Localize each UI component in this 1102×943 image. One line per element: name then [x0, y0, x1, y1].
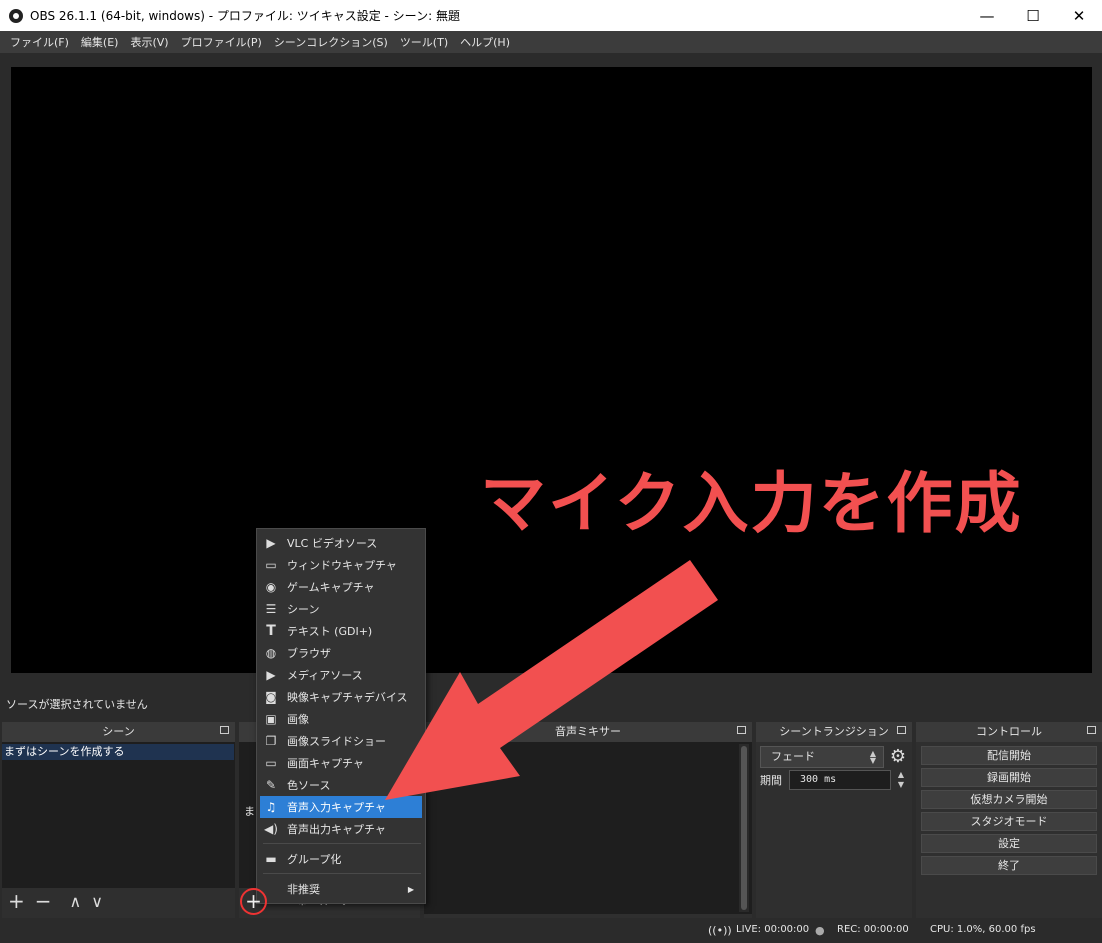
list-icon: ☰: [265, 602, 277, 616]
exit-button[interactable]: 終了: [921, 856, 1097, 875]
transitions-header: シーントランジション: [756, 722, 912, 742]
menu-item-audio-output-capture[interactable]: ◀) 音声出力キャプチャ: [260, 818, 422, 840]
status-bar: ((•)) LIVE: 00:00:00 ● REC: 00:00:00 CPU…: [0, 918, 1102, 943]
menu-bar: ファイル(F) 編集(E) 表示(V) プロファイル(P) シーンコレクション(…: [0, 31, 1102, 53]
scene-list-item[interactable]: まずはシーンを作成する: [2, 744, 234, 760]
menu-separator: [263, 873, 421, 874]
menu-file[interactable]: ファイル(F): [4, 34, 75, 50]
audio-mixer-scrollbar[interactable]: [739, 744, 749, 912]
controls-header: コントロール: [916, 722, 1102, 742]
preview-area: [0, 53, 1102, 691]
audio-mixer-body: [424, 742, 752, 914]
menu-item-browser[interactable]: ◍ ブラウザ: [260, 642, 422, 664]
minimize-button[interactable]: —: [964, 0, 1010, 31]
audio-mixer-title: 音声ミキサー: [555, 725, 621, 738]
menu-item-game-capture[interactable]: ◉ ゲームキャプチャ: [260, 576, 422, 598]
folder-icon: ▬: [265, 852, 277, 866]
scenes-dock-title: シーン: [102, 725, 135, 738]
preview-canvas[interactable]: [11, 67, 1092, 673]
text-icon: T: [266, 623, 276, 639]
start-virtual-camera-button[interactable]: 仮想カメラ開始: [921, 790, 1097, 809]
slideshow-icon: ❐: [265, 734, 277, 748]
selection-status: ソースが選択されていません: [6, 698, 148, 711]
undock-icon[interactable]: [897, 726, 906, 734]
image-icon: ▣: [265, 712, 277, 726]
menu-view[interactable]: 表示(V): [124, 34, 174, 50]
scrollbar-thumb[interactable]: [741, 746, 747, 910]
close-button[interactable]: ✕: [1056, 0, 1102, 31]
title-bar: OBS 26.1.1 (64-bit, windows) - プロファイル: ツ…: [0, 0, 1102, 31]
gamepad-icon: ◉: [265, 580, 277, 594]
move-down-icon[interactable]: ∨: [91, 892, 103, 911]
menu-item-text-gdi[interactable]: T テキスト (GDI+): [260, 620, 422, 642]
menu-item-video-capture-device[interactable]: ◙ 映像キャプチャデバイス: [260, 686, 422, 708]
rec-time: REC: 00:00:00: [837, 924, 909, 935]
menu-item-audio-input-capture[interactable]: ♫ 音声入力キャプチャ: [260, 796, 422, 818]
monitor-icon: ▭: [265, 756, 277, 770]
transitions-title: シーントランジション: [779, 725, 889, 738]
transition-select[interactable]: フェード ▲ ▼: [760, 746, 884, 768]
speaker-icon: ◀): [264, 822, 278, 836]
settings-button[interactable]: 設定: [921, 834, 1097, 853]
live-time: LIVE: 00:00:00: [736, 924, 810, 935]
undock-icon[interactable]: [1087, 726, 1096, 734]
controls-title: コントロール: [976, 725, 1042, 738]
play-icon: ▶: [266, 536, 276, 550]
scenes-toolbar: + − ∧ ∨: [8, 889, 103, 913]
audio-mixer-header: 音声ミキサー: [424, 722, 752, 742]
menu-item-window-capture[interactable]: ▭ ウィンドウキャプチャ: [260, 554, 422, 576]
menu-item-group[interactable]: ▬ グループ化: [260, 848, 422, 870]
menu-scene-collection[interactable]: シーンコレクション(S): [268, 34, 394, 50]
start-streaming-button[interactable]: 配信開始: [921, 746, 1097, 765]
globe-icon: ◍: [265, 646, 277, 660]
updown-arrows-icon: ▲ ▼: [869, 749, 877, 765]
menu-tools[interactable]: ツール(T): [394, 34, 454, 50]
duration-label: 期間: [760, 774, 782, 787]
live-signal-icon: ((•)): [708, 924, 732, 937]
window-title: OBS 26.1.1 (64-bit, windows) - プロファイル: ツ…: [30, 9, 460, 23]
menu-item-vlc-video-source[interactable]: ▶ VLC ビデオソース: [260, 532, 422, 554]
undock-icon[interactable]: [220, 726, 229, 734]
menu-item-image[interactable]: ▣ 画像: [260, 708, 422, 730]
scenes-dock-header: シーン: [2, 722, 235, 742]
play-icon: ▶: [266, 668, 276, 682]
menu-item-color-source[interactable]: ✎ 色ソース: [260, 774, 422, 796]
menu-profile[interactable]: プロファイル(P): [175, 34, 268, 50]
duration-stepper[interactable]: ▲ ▼: [893, 770, 909, 790]
window-controls: — ☐ ✕: [964, 0, 1102, 31]
duration-input[interactable]: 300 ms: [789, 770, 891, 790]
annotation-text: マイク入力を作成: [480, 465, 1023, 542]
move-up-icon[interactable]: ∧: [70, 892, 82, 911]
rec-dot-icon: ●: [815, 924, 825, 937]
menu-item-display-capture[interactable]: ▭ 画面キャプチャ: [260, 752, 422, 774]
menu-help[interactable]: ヘルプ(H): [454, 34, 516, 50]
brush-icon: ✎: [265, 778, 277, 792]
studio-mode-button[interactable]: スタジオモード: [921, 812, 1097, 831]
microphone-icon: ♫: [265, 800, 277, 814]
submenu-arrow-icon: ▶: [407, 884, 414, 894]
camera-icon: ◙: [265, 690, 277, 704]
menu-item-deprecated[interactable]: 非推奨 ▶: [260, 878, 422, 900]
menu-item-scene[interactable]: ☰ シーン: [260, 598, 422, 620]
menu-item-media-source[interactable]: ▶ メディアソース: [260, 664, 422, 686]
add-icon: +: [245, 889, 262, 913]
transition-selected-value: フェード: [771, 750, 815, 763]
scenes-list[interactable]: [2, 742, 235, 888]
cpu-fps: CPU: 1.0%, 60.00 fps: [930, 924, 1036, 935]
add-source-menu: ▶ VLC ビデオソース ▭ ウィンドウキャプチャ ◉ ゲームキャプチャ ☰ シーン T…: [256, 528, 426, 904]
menu-item-image-slideshow[interactable]: ❐ 画像スライドショー: [260, 730, 422, 752]
add-source-button[interactable]: +: [240, 888, 267, 915]
remove-scene-icon[interactable]: −: [35, 889, 52, 913]
add-scene-icon[interactable]: +: [8, 889, 25, 913]
window-icon: ▭: [265, 558, 277, 572]
undock-icon[interactable]: [737, 726, 746, 734]
menu-separator: [263, 843, 421, 844]
sources-hint-text: ま: [244, 805, 255, 818]
start-recording-button[interactable]: 録画開始: [921, 768, 1097, 787]
maximize-button[interactable]: ☐: [1010, 0, 1056, 31]
obs-logo-icon: [9, 8, 23, 23]
gear-icon[interactable]: ⚙: [888, 746, 908, 768]
menu-edit[interactable]: 編集(E): [75, 34, 125, 50]
